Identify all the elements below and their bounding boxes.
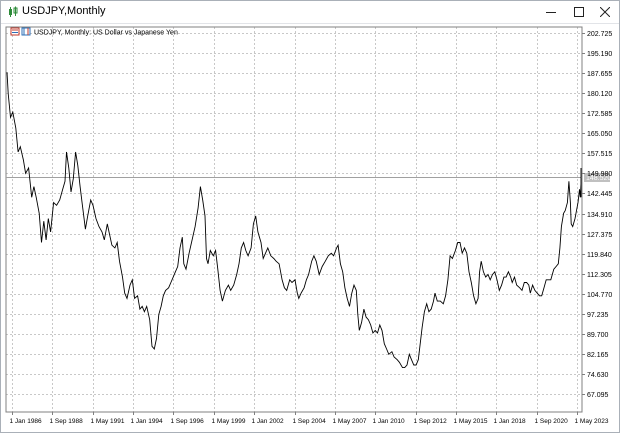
y-tick-label: 187.655 bbox=[587, 71, 612, 78]
candlestick-icon bbox=[9, 6, 18, 17]
chart-area[interactable]: USDJPY, Monthly: US Dollar vs Japanese Y… bbox=[2, 24, 618, 431]
y-tick-label: 157.515 bbox=[587, 151, 612, 158]
x-tick-label: 1 May 1991 bbox=[91, 418, 125, 425]
y-tick-label: 165.050 bbox=[587, 131, 612, 138]
y-tick-label: 142.445 bbox=[587, 191, 612, 198]
close-button[interactable] bbox=[591, 1, 619, 23]
y-tick-label: 97.235 bbox=[587, 312, 609, 319]
y-tick-label: 104.770 bbox=[587, 292, 612, 299]
chart-grid bbox=[6, 27, 582, 412]
one-click-trading-icon bbox=[10, 27, 20, 36]
trade-panel-icon bbox=[21, 27, 31, 36]
x-axis-labels: 1 Jan 1986 1 Sep 1988 1 May 1991 1 Jan 1994… bbox=[10, 412, 609, 425]
minimize-icon bbox=[546, 12, 556, 13]
y-tick-label: 195.190 bbox=[587, 51, 612, 58]
x-tick-label: 1 Sep 2012 bbox=[414, 418, 448, 425]
close-icon bbox=[600, 7, 610, 17]
y-tick-label: 134.910 bbox=[587, 212, 612, 219]
y-tick-label: 180.120 bbox=[587, 91, 612, 98]
x-tick-label: 1 May 2007 bbox=[333, 418, 367, 425]
x-tick-label: 1 May 2015 bbox=[454, 418, 488, 425]
x-tick-label: 1 Sep 2004 bbox=[293, 418, 327, 425]
y-axis-labels: 202.725 195.190 187.655 180.120 172.585 165.0… bbox=[582, 31, 612, 399]
y-tick-label: 149.980 bbox=[587, 171, 612, 178]
x-tick-label: 1 Jan 2002 bbox=[252, 418, 285, 425]
y-tick-label: 82.165 bbox=[587, 352, 609, 359]
y-tick-label: 202.725 bbox=[587, 31, 612, 38]
x-tick-label: 1 Sep 1996 bbox=[171, 418, 205, 425]
chart-symbol-label: USDJPY, Monthly: US Dollar vs Japanese Y… bbox=[34, 30, 178, 37]
minimize-button[interactable] bbox=[537, 1, 565, 23]
maximize-icon bbox=[574, 7, 584, 17]
title-bar[interactable]: USDJPY,Monthly bbox=[1, 1, 619, 24]
price-chart[interactable]: USDJPY, Monthly: US Dollar vs Japanese Y… bbox=[2, 24, 618, 431]
x-tick-label: 1 Jan 1994 bbox=[131, 418, 164, 425]
chart-label: USDJPY, Monthly: US Dollar vs Japanese Y… bbox=[10, 27, 178, 37]
x-tick-label: 1 Sep 2020 bbox=[535, 418, 569, 425]
y-tick-label: 119.840 bbox=[587, 252, 612, 259]
y-tick-label: 74.630 bbox=[587, 372, 609, 379]
y-tick-label: 89.700 bbox=[587, 332, 609, 339]
window-title: USDJPY,Monthly bbox=[22, 5, 106, 17]
x-tick-label: 1 Jan 2010 bbox=[373, 418, 406, 425]
y-tick-label: 67.095 bbox=[587, 392, 609, 399]
x-tick-label: 1 May 1999 bbox=[212, 418, 246, 425]
x-tick-label: 1 Sep 1988 bbox=[50, 418, 84, 425]
maximize-button[interactable] bbox=[565, 1, 593, 23]
x-tick-label: 1 May 2023 bbox=[575, 418, 609, 425]
y-tick-label: 112.305 bbox=[587, 272, 612, 279]
x-tick-label: 1 Jan 2018 bbox=[494, 418, 527, 425]
chart-window: USDJPY,Monthly USDJPY, Monthly: US Dolla… bbox=[0, 0, 620, 433]
y-tick-label: 127.375 bbox=[587, 232, 612, 239]
y-tick-label: 172.585 bbox=[587, 111, 612, 118]
x-tick-label: 1 Jan 1986 bbox=[10, 418, 43, 425]
